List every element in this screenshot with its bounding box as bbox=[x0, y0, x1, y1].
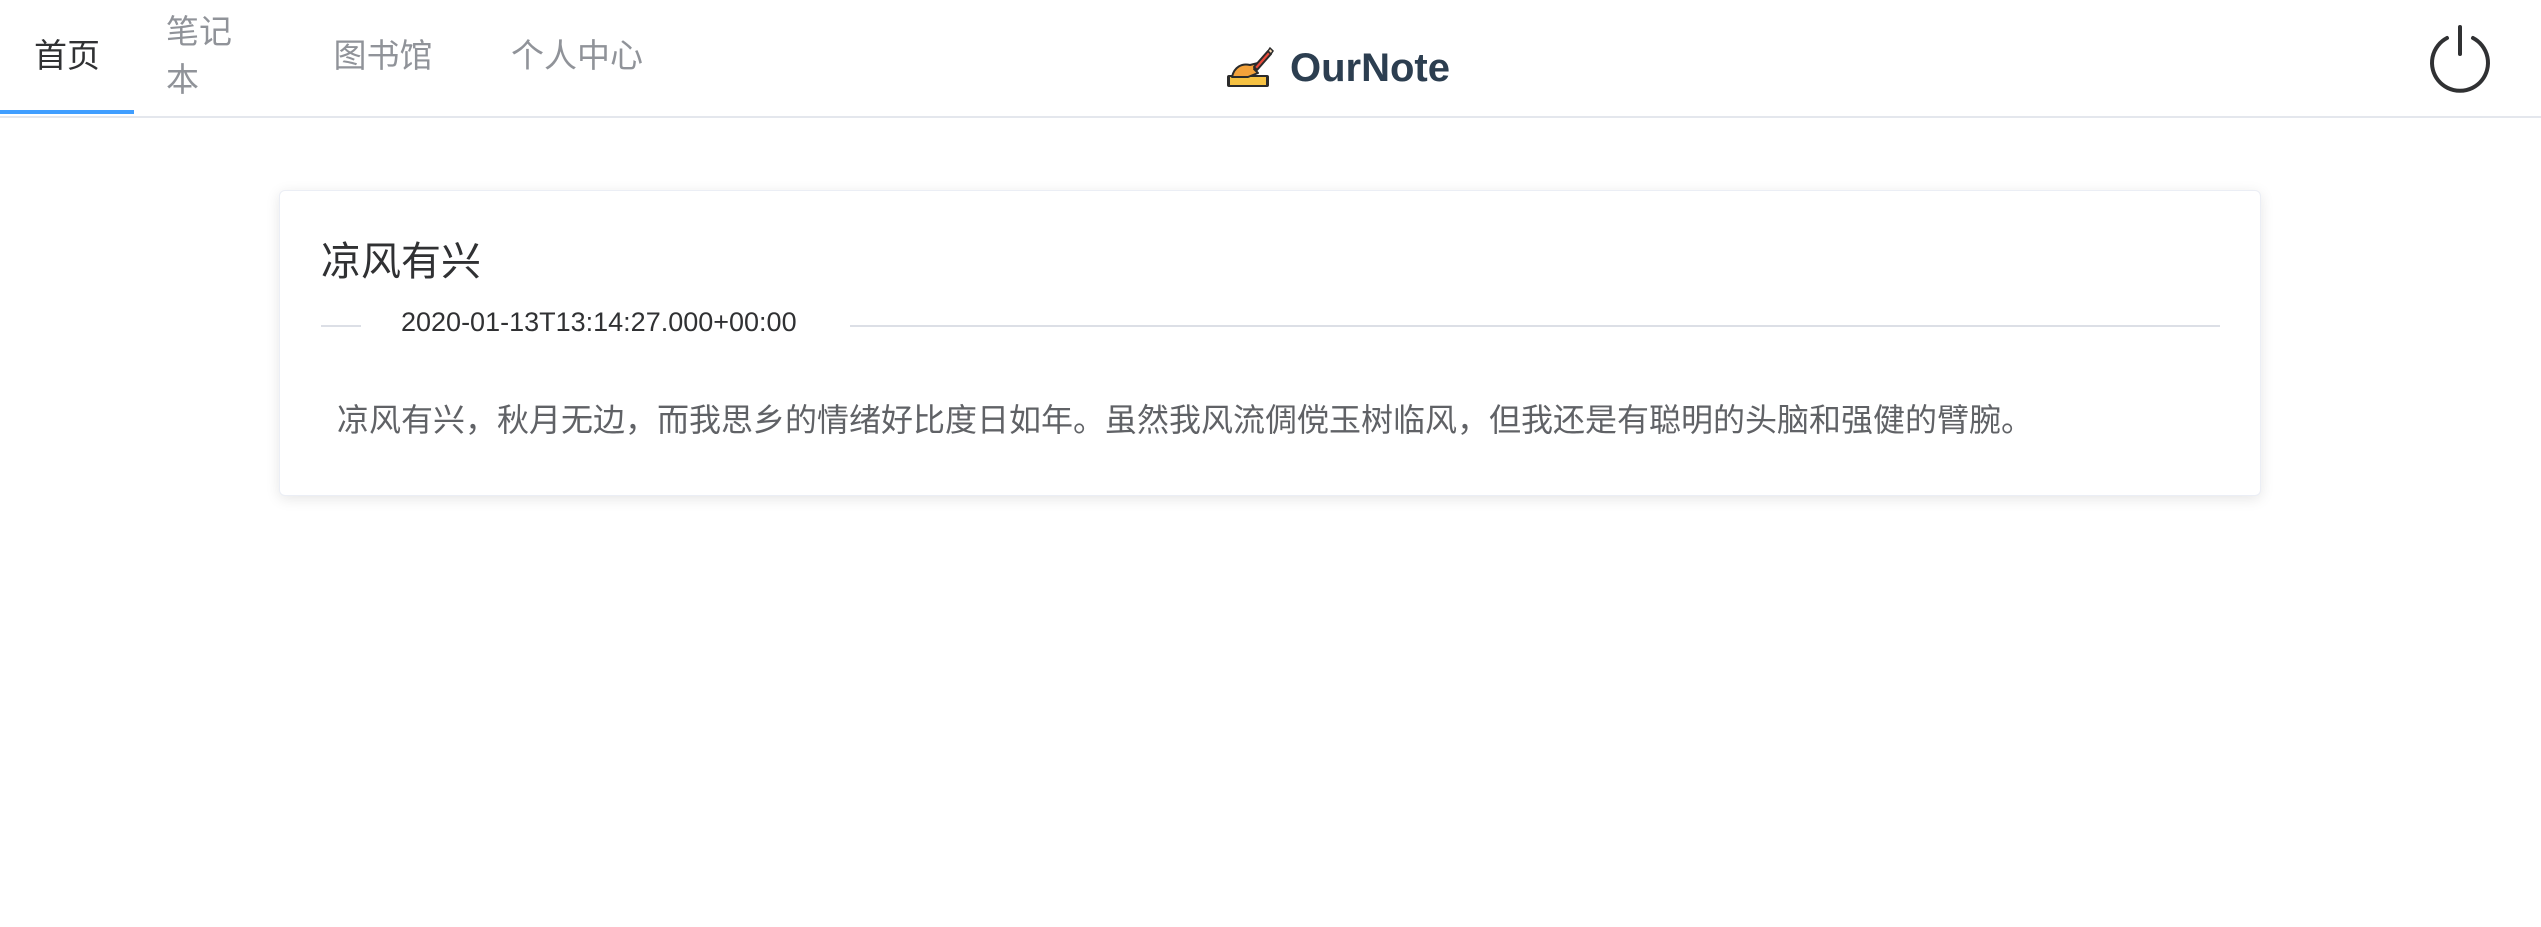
tab-profile[interactable]: 个人中心 bbox=[472, 0, 682, 112]
active-tab-indicator bbox=[0, 110, 134, 114]
tab-label: 个人中心 bbox=[511, 36, 643, 75]
note-card[interactable]: 凉风有兴 2020-01-13T13:14:27.000+00:00 凉风有兴，… bbox=[279, 190, 2261, 496]
note-content: 凉风有兴，秋月无边，而我思乡的情绪好比度日如年。虽然我风流倜傥玉树临风，但我还是… bbox=[337, 401, 2034, 439]
tab-label: 笔记本 bbox=[166, 12, 232, 99]
writing-hand-icon bbox=[1227, 46, 1274, 87]
divider bbox=[850, 325, 2220, 327]
tab-home[interactable]: 首页 bbox=[0, 0, 134, 114]
brand-logo: OurNote bbox=[1224, 38, 1450, 98]
top-navbar: 首页 笔记本 图书馆 个人中心 OurNote bbox=[0, 0, 2541, 118]
power-icon[interactable] bbox=[2425, 24, 2495, 94]
nav-tabs: 首页 笔记本 图书馆 个人中心 bbox=[0, 0, 682, 118]
brand-name: OurNote bbox=[1290, 45, 1450, 90]
tab-notebook[interactable]: 笔记本 bbox=[134, 0, 294, 112]
tab-label: 图书馆 bbox=[333, 36, 433, 75]
divider bbox=[321, 325, 361, 327]
note-date: 2020-01-13T13:14:27.000+00:00 bbox=[401, 307, 797, 337]
note-title: 凉风有兴 bbox=[321, 239, 481, 285]
tab-library[interactable]: 图书馆 bbox=[294, 0, 472, 112]
tab-label: 首页 bbox=[34, 36, 100, 75]
